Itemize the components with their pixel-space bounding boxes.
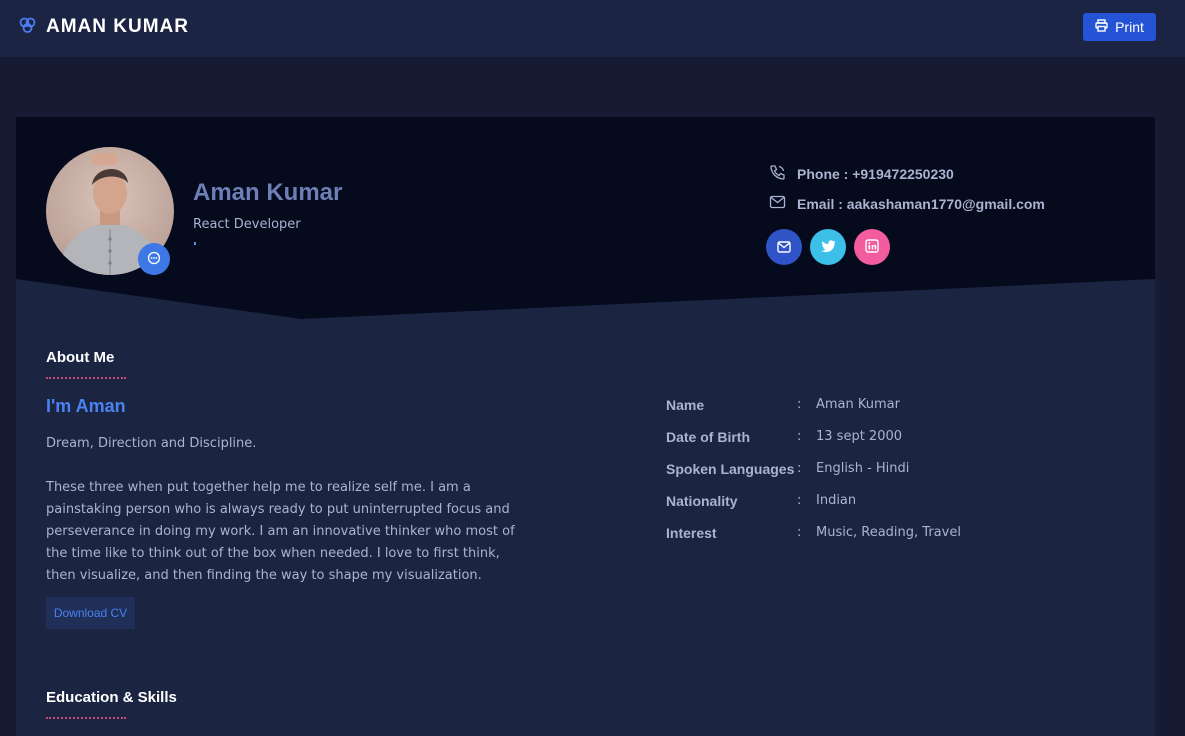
contact-email[interactable]: Email : aakashaman1770@gmail.com (769, 195, 1045, 212)
about-heading: I'm Aman (46, 396, 126, 416)
phone-text: Phone : +919472250230 (797, 166, 954, 182)
info-value: 13 sept 2000 (816, 429, 903, 444)
profile-role: React Developer (193, 217, 301, 232)
print-label: Print (1115, 19, 1144, 35)
social-links (766, 229, 890, 265)
contact-phone[interactable]: Phone : +919472250230 (769, 164, 954, 184)
social-linkedin-button[interactable] (854, 229, 890, 265)
top-navbar: AMAN KUMAR Print (0, 0, 1185, 57)
about-tagline: Dream, Direction and Discipline. (46, 436, 257, 451)
info-value: Music, Reading, Travel (816, 525, 961, 540)
social-mail-button[interactable] (766, 229, 802, 265)
about-underline (46, 377, 126, 379)
info-label: Interest (666, 525, 717, 541)
info-value: Aman Kumar (816, 397, 900, 412)
info-colon: : (797, 429, 802, 444)
info-label: Nationality (666, 493, 738, 509)
info-colon: : (797, 493, 802, 508)
profile-hero: Aman Kumar React Developer Phone : +9194… (16, 117, 1155, 320)
message-badge[interactable] (138, 243, 170, 275)
logo-icon (19, 17, 36, 38)
info-colon: : (797, 525, 802, 540)
hero-background (16, 117, 1155, 319)
linkedin-icon (865, 238, 879, 257)
info-label: Date of Birth (666, 429, 750, 445)
social-twitter-button[interactable] (810, 229, 846, 265)
email-text: Email : aakashaman1770@gmail.com (797, 195, 1045, 212)
resume-card: Aman Kumar React Developer Phone : +9194… (16, 117, 1155, 736)
typing-cursor (194, 242, 196, 245)
education-underline (46, 717, 126, 719)
info-label: Name (666, 397, 705, 413)
twitter-icon (820, 238, 836, 257)
brand-name: AMAN KUMAR (46, 16, 189, 37)
chat-icon (147, 250, 161, 269)
profile-name: Aman Kumar (193, 179, 343, 206)
envelope-icon (769, 195, 786, 212)
print-button[interactable]: Print (1083, 13, 1156, 41)
mail-icon (777, 238, 791, 257)
about-section-title: About Me (46, 349, 115, 366)
download-cv-button[interactable]: Download CV (46, 597, 135, 629)
info-value: English - Hindi (816, 461, 910, 476)
info-label: Spoken Languages (666, 461, 795, 477)
education-section-title: Education & Skills (46, 689, 177, 706)
brand[interactable]: AMAN KUMAR (19, 15, 189, 39)
phone-icon (769, 164, 786, 184)
info-value: Indian (816, 493, 857, 508)
info-colon: : (797, 397, 802, 412)
printer-icon (1095, 19, 1108, 35)
about-paragraph: These three when put together help me to… (46, 480, 515, 583)
info-colon: : (797, 461, 802, 476)
